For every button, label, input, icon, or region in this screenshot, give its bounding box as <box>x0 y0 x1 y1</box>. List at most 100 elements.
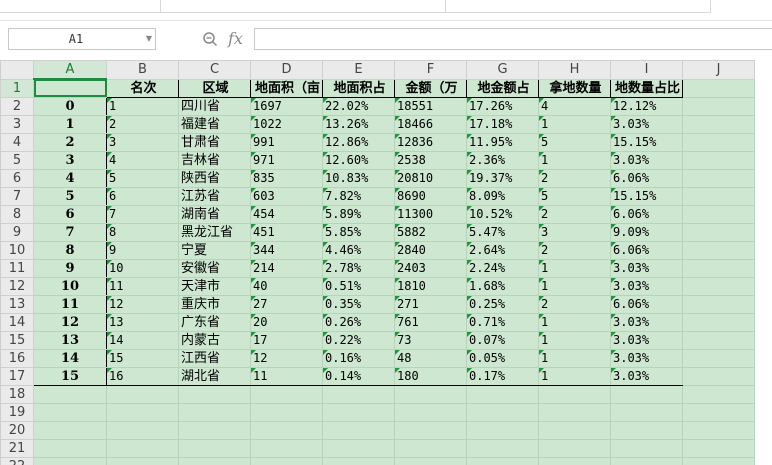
column-header-d[interactable]: D <box>250 60 323 80</box>
cell[interactable] <box>33 456 107 465</box>
cell[interactable]: 1 <box>538 150 611 170</box>
cell[interactable]: 15.15% <box>610 186 683 206</box>
cell[interactable]: 5882 <box>394 222 467 242</box>
cell[interactable] <box>250 384 323 404</box>
cell[interactable] <box>178 384 251 404</box>
cell[interactable]: 454 <box>250 204 323 224</box>
cell[interactable]: 2403 <box>394 258 467 278</box>
cell[interactable]: 3 <box>106 132 179 152</box>
cell[interactable] <box>394 402 467 422</box>
cell[interactable] <box>394 438 467 458</box>
cell[interactable] <box>466 402 539 422</box>
cell[interactable]: 4.46% <box>322 240 395 260</box>
cell[interactable]: 12836 <box>394 132 467 152</box>
cell[interactable]: 3.03% <box>610 150 683 170</box>
cell[interactable]: 四川省 <box>178 96 251 116</box>
cell[interactable]: 1 <box>538 258 611 278</box>
row-header[interactable]: 11 <box>0 258 34 278</box>
cell[interactable] <box>682 276 755 296</box>
cell[interactable]: 19.37% <box>466 168 539 188</box>
cell[interactable] <box>610 438 683 458</box>
header-cell[interactable]: 地数量占比 <box>610 78 683 98</box>
cell[interactable]: 江西省 <box>178 348 251 368</box>
cell[interactable]: 12.86% <box>322 132 395 152</box>
cell[interactable] <box>178 402 251 422</box>
index-cell[interactable]: 11 <box>33 294 107 314</box>
formula-input[interactable] <box>254 28 772 50</box>
cell[interactable]: 安徽省 <box>178 258 251 278</box>
cell[interactable]: 9 <box>106 240 179 260</box>
cell[interactable] <box>682 114 755 134</box>
cell[interactable] <box>682 132 755 152</box>
row-header[interactable]: 2 <box>0 96 34 116</box>
cell[interactable] <box>682 222 755 242</box>
index-cell[interactable]: 12 <box>33 312 107 332</box>
row-header[interactable]: 5 <box>0 150 34 170</box>
cell[interactable]: 11 <box>106 276 179 296</box>
cell[interactable]: 3.03% <box>610 258 683 278</box>
cell[interactable]: 12 <box>106 294 179 314</box>
cell[interactable]: 27 <box>250 294 323 314</box>
column-header-i[interactable]: I <box>610 60 683 80</box>
row-header[interactable]: 18 <box>0 384 34 404</box>
cell[interactable]: 16 <box>106 366 179 386</box>
cell[interactable]: 10 <box>106 258 179 278</box>
cell[interactable]: 2 <box>538 240 611 260</box>
cell[interactable] <box>106 456 179 465</box>
cell[interactable]: 2840 <box>394 240 467 260</box>
cell[interactable]: 15 <box>106 348 179 368</box>
column-header-j[interactable]: J <box>682 60 755 80</box>
row-header[interactable]: 12 <box>0 276 34 296</box>
header-cell[interactable]: 地金额占 <box>466 78 539 98</box>
cell[interactable]: 835 <box>250 168 323 188</box>
index-cell[interactable]: 1 <box>33 114 107 134</box>
spreadsheet-grid[interactable]: A B C D E F G H I J 1 名次 区域 地面积（亩 地面积占 金额（万 地金额占 拿地数量 地数量占… <box>0 60 772 465</box>
cell[interactable] <box>106 420 179 440</box>
cell[interactable]: 1 <box>538 114 611 134</box>
cell[interactable] <box>682 348 755 368</box>
cell[interactable]: 971 <box>250 150 323 170</box>
index-cell[interactable]: 7 <box>33 222 107 242</box>
selected-cell-a1[interactable] <box>33 78 107 98</box>
cell[interactable]: 3.03% <box>610 114 683 134</box>
cell[interactable]: 1022 <box>250 114 323 134</box>
cell[interactable]: 5.85% <box>322 222 395 242</box>
cell[interactable]: 22.02% <box>322 96 395 116</box>
cell[interactable] <box>394 420 467 440</box>
header-cell[interactable]: 拿地数量 <box>538 78 611 98</box>
cell[interactable]: 20810 <box>394 168 467 188</box>
cell[interactable]: 5 <box>538 132 611 152</box>
cell[interactable]: 1810 <box>394 276 467 296</box>
cell[interactable]: 3.03% <box>610 366 683 386</box>
cell[interactable]: 0.17% <box>466 366 539 386</box>
row-header[interactable]: 1 <box>0 78 34 98</box>
cell[interactable] <box>682 402 755 422</box>
index-cell[interactable]: 9 <box>33 258 107 278</box>
row-header[interactable]: 4 <box>0 132 34 152</box>
cell[interactable]: 黑龙江省 <box>178 222 251 242</box>
cell[interactable]: 2 <box>538 168 611 188</box>
header-cell[interactable]: 名次 <box>106 78 179 98</box>
cell[interactable] <box>33 402 107 422</box>
cell[interactable]: 1.68% <box>466 276 539 296</box>
header-cell[interactable]: 区域 <box>178 78 251 98</box>
cell[interactable]: 甘肃省 <box>178 132 251 152</box>
cell[interactable] <box>322 456 395 465</box>
row-header[interactable]: 21 <box>0 438 34 458</box>
cell[interactable]: 1 <box>538 330 611 350</box>
cell[interactable] <box>250 438 323 458</box>
cell[interactable]: 1 <box>538 348 611 368</box>
cell[interactable] <box>682 384 755 404</box>
cell[interactable]: 40 <box>250 276 323 296</box>
cell[interactable] <box>610 384 683 404</box>
cell[interactable] <box>682 258 755 278</box>
cell[interactable]: 重庆市 <box>178 294 251 314</box>
cell[interactable]: 5.47% <box>466 222 539 242</box>
cell[interactable]: 1 <box>538 312 611 332</box>
cell[interactable] <box>178 420 251 440</box>
cell[interactable] <box>322 420 395 440</box>
sheet-table[interactable]: A B C D E F G H I J 1 名次 区域 地面积（亩 地面积占 金额（万 地金额占 拿地数量 地数量占… <box>0 60 755 465</box>
cell[interactable]: 180 <box>394 366 467 386</box>
cell[interactable]: 天津市 <box>178 276 251 296</box>
cell[interactable]: 2.78% <box>322 258 395 278</box>
